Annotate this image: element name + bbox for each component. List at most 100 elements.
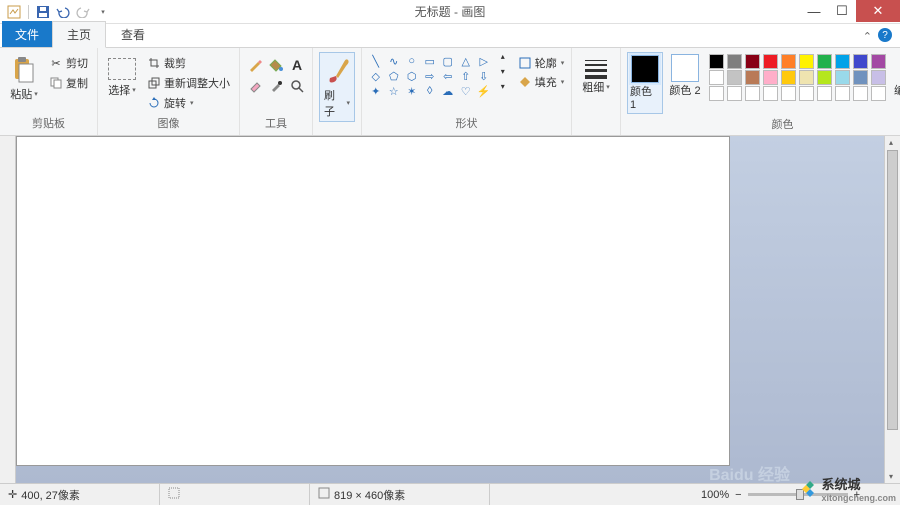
scroll-thumb[interactable] <box>887 150 898 430</box>
color-swatch-14[interactable] <box>781 70 796 85</box>
color-swatch-13[interactable] <box>763 70 778 85</box>
magnifier-icon[interactable] <box>288 77 306 95</box>
color-swatch-15[interactable] <box>799 70 814 85</box>
color-swatch-2[interactable] <box>745 54 760 69</box>
color-swatch-27[interactable] <box>835 86 850 101</box>
shape-triangle-icon[interactable]: ▷ <box>476 54 492 68</box>
shape-roundrect-icon[interactable]: ▢ <box>440 54 456 68</box>
color-swatch-24[interactable] <box>781 86 796 101</box>
shapes-scroll-up-icon[interactable]: ▴ <box>501 52 505 61</box>
tab-view[interactable]: 查看 <box>106 21 160 47</box>
shape-polygon-icon[interactable]: △ <box>458 54 474 68</box>
close-button[interactable]: ✕ <box>856 0 900 22</box>
color-swatch-9[interactable] <box>871 54 886 69</box>
brushes-button[interactable]: 刷子▾ <box>319 52 355 122</box>
shape-star4-icon[interactable]: ✦ <box>368 84 384 98</box>
color-swatch-22[interactable] <box>745 86 760 101</box>
shape-oval-icon[interactable]: ○ <box>404 54 420 68</box>
color-picker-icon[interactable] <box>267 77 285 95</box>
color-swatch-12[interactable] <box>745 70 760 85</box>
color1-swatch <box>631 55 659 83</box>
color-swatch-23[interactable] <box>763 86 778 101</box>
shape-outline-button[interactable]: 轮廓▾ <box>515 54 568 72</box>
tab-file[interactable]: 文件 <box>2 21 52 47</box>
cut-icon: ✂ <box>49 56 63 70</box>
size-button[interactable]: 粗细▾ <box>578 52 614 97</box>
select-button[interactable]: 选择▾ <box>104 52 140 100</box>
color1-button[interactable]: 颜色 1 <box>627 52 663 114</box>
color-swatch-20[interactable] <box>709 86 724 101</box>
pencil-icon[interactable] <box>246 56 264 74</box>
color-swatch-8[interactable] <box>853 54 868 69</box>
minimize-button[interactable]: — <box>800 0 828 22</box>
group-clipboard-label: 剪贴板 <box>32 113 65 131</box>
shape-line-icon[interactable]: ╲ <box>368 54 384 68</box>
scroll-up-icon[interactable]: ▴ <box>889 138 893 147</box>
tab-home[interactable]: 主页 <box>52 21 106 48</box>
color-swatch-29[interactable] <box>871 86 886 101</box>
help-icon[interactable]: ? <box>878 28 892 42</box>
color-swatch-19[interactable] <box>871 70 886 85</box>
color-swatch-16[interactable] <box>817 70 832 85</box>
shape-cloud-icon[interactable]: ☁ <box>440 84 456 98</box>
crop-button[interactable]: 裁剪 <box>144 54 233 72</box>
shape-callout-icon[interactable]: ◊ <box>422 84 438 98</box>
fill-icon[interactable] <box>267 56 285 74</box>
maximize-button[interactable]: ☐ <box>828 0 856 22</box>
group-colors: 颜色 1 颜色 2 编辑颜色 颜色 <box>621 48 900 135</box>
color-swatch-17[interactable] <box>835 70 850 85</box>
color-swatch-7[interactable] <box>835 54 850 69</box>
color-swatch-6[interactable] <box>817 54 832 69</box>
zoom-out-button[interactable]: − <box>735 489 741 501</box>
collapse-ribbon-icon[interactable]: ⌃ <box>863 30 872 43</box>
color-swatch-3[interactable] <box>763 54 778 69</box>
shape-hexagon-icon[interactable]: ⬡ <box>404 69 420 83</box>
copy-button[interactable]: 复制 <box>46 74 91 92</box>
shapes-gallery[interactable]: ╲ ∿ ○ ▭ ▢ △ ▷ ◇ ⬠ ⬡ ⇨ ⇦ ⇧ ⇩ ✦ ☆ ✶ ◊ ☁ ♡ <box>366 52 495 100</box>
color-swatch-5[interactable] <box>799 54 814 69</box>
color-swatch-0[interactable] <box>709 54 724 69</box>
undo-icon[interactable] <box>55 4 71 20</box>
resize-button[interactable]: 重新调整大小 <box>144 74 233 92</box>
shapes-scroll-down-icon[interactable]: ▾ <box>501 67 505 76</box>
shape-arrow-u-icon[interactable]: ⇧ <box>458 69 474 83</box>
color-swatch-4[interactable] <box>781 54 796 69</box>
color-swatch-1[interactable] <box>727 54 742 69</box>
color-swatch-10[interactable] <box>709 70 724 85</box>
color-swatch-11[interactable] <box>727 70 742 85</box>
color2-button[interactable]: 颜色 2 <box>667 52 703 100</box>
shape-fill-button[interactable]: 填充▾ <box>515 73 568 91</box>
color-swatch-18[interactable] <box>853 70 868 85</box>
rotate-button[interactable]: 旋转▾ <box>144 94 233 112</box>
shape-lightning-icon[interactable]: ⚡ <box>476 84 492 98</box>
group-size: 粗细▾ <box>572 48 621 135</box>
canvas-viewport[interactable] <box>16 136 884 483</box>
shape-star5-icon[interactable]: ☆ <box>386 84 402 98</box>
group-image-label: 图像 <box>158 113 180 131</box>
shape-star6-icon[interactable]: ✶ <box>404 84 420 98</box>
canvas[interactable] <box>16 136 730 466</box>
eraser-icon[interactable] <box>246 77 264 95</box>
save-icon[interactable] <box>35 4 51 20</box>
paste-button[interactable]: 粘贴▾ <box>6 52 42 104</box>
shape-rect-icon[interactable]: ▭ <box>422 54 438 68</box>
shape-diamond-icon[interactable]: ◇ <box>368 69 384 83</box>
shape-arrow-r-icon[interactable]: ⇨ <box>422 69 438 83</box>
redo-icon[interactable] <box>75 4 91 20</box>
cut-button[interactable]: ✂剪切 <box>46 54 91 72</box>
qat-dropdown-icon[interactable]: ▾ <box>95 4 111 20</box>
shape-arrow-l-icon[interactable]: ⇦ <box>440 69 456 83</box>
color-swatch-21[interactable] <box>727 86 742 101</box>
text-icon[interactable]: A <box>288 56 306 74</box>
window-title: 无标题 - 画图 <box>415 3 486 20</box>
shapes-more-icon[interactable]: ▾ <box>501 82 505 91</box>
shape-arrow-d-icon[interactable]: ⇩ <box>476 69 492 83</box>
color-swatch-28[interactable] <box>853 86 868 101</box>
color-swatch-26[interactable] <box>817 86 832 101</box>
shape-curve-icon[interactable]: ∿ <box>386 54 402 68</box>
color-swatch-25[interactable] <box>799 86 814 101</box>
shape-heart-icon[interactable]: ♡ <box>458 84 474 98</box>
scrollbar-vertical[interactable]: ▴ ▾ <box>884 136 900 483</box>
shape-pentagon-icon[interactable]: ⬠ <box>386 69 402 83</box>
edit-colors-button[interactable]: 编辑颜色 <box>894 52 900 98</box>
